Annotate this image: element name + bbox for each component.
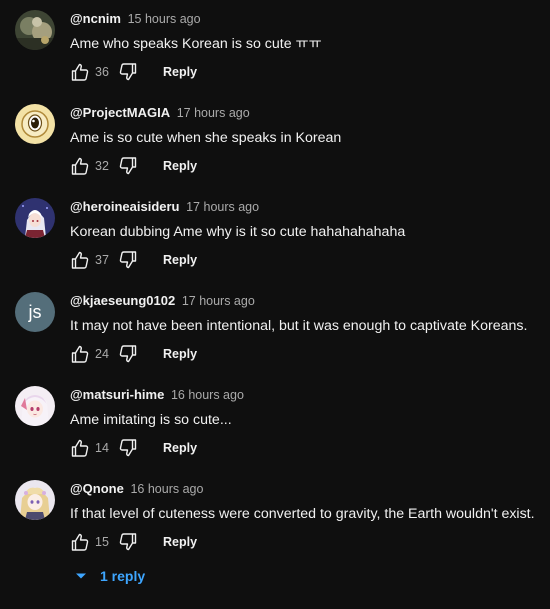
- reply-button[interactable]: Reply: [163, 159, 197, 173]
- comment-thread: @ncnim 15 hours ago Ame who speaks Korea…: [0, 0, 550, 94]
- comment-actions: 14 Reply: [70, 438, 197, 458]
- author-name[interactable]: @heroineaisideru: [70, 199, 179, 214]
- thumbs-down-icon[interactable]: [118, 156, 138, 176]
- reply-button[interactable]: Reply: [163, 535, 197, 549]
- timestamp[interactable]: 17 hours ago: [182, 294, 255, 308]
- comment-text: It may not have been intentional, but it…: [70, 318, 528, 334]
- comment-header: @ProjectMAGIA 17 hours ago: [70, 105, 250, 121]
- comment-thread: @ProjectMAGIA 17 hours ago Ame is so cut…: [0, 94, 550, 188]
- comment-actions: 15 Reply: [70, 532, 197, 552]
- view-replies-button[interactable]: 1 reply: [72, 564, 145, 588]
- avatar[interactable]: [15, 10, 55, 50]
- reply-button[interactable]: Reply: [163, 65, 197, 79]
- timestamp[interactable]: 15 hours ago: [128, 12, 201, 26]
- author-name[interactable]: @ProjectMAGIA: [70, 105, 170, 120]
- thumbs-up-icon[interactable]: [70, 250, 90, 270]
- comment-header: @heroineaisideru 17 hours ago: [70, 199, 259, 215]
- comment-text: Ame imitating is so cute...: [70, 412, 232, 428]
- comment-thread: js @kjaeseung0102 17 hours ago It may no…: [0, 282, 550, 376]
- thumbs-down-icon[interactable]: [118, 344, 138, 364]
- thumbs-down-icon[interactable]: [118, 250, 138, 270]
- like-count: 36: [95, 65, 109, 79]
- thumbs-up-icon[interactable]: [70, 344, 90, 364]
- timestamp[interactable]: 17 hours ago: [186, 200, 259, 214]
- thumbs-down-icon[interactable]: [118, 62, 138, 82]
- author-name[interactable]: @ncnim: [70, 11, 121, 26]
- author-name[interactable]: @Qnone: [70, 481, 124, 496]
- comment-text: Ame is so cute when she speaks in Korean: [70, 130, 342, 146]
- avatar-letters: js: [28, 302, 42, 322]
- comment-actions: 37 Reply: [70, 250, 197, 270]
- comment-thread: @Qnone 16 hours ago If that level of cut…: [0, 470, 550, 564]
- comment-header: @ncnim 15 hours ago: [70, 11, 201, 27]
- comment-text: Korean dubbing Ame why is it so cute hah…: [70, 224, 406, 240]
- avatar[interactable]: [15, 198, 55, 238]
- avatar[interactable]: [15, 386, 55, 426]
- comment-header: @Qnone 16 hours ago: [70, 481, 203, 497]
- timestamp[interactable]: 16 hours ago: [171, 388, 244, 402]
- comment-text: If that level of cuteness were converted…: [70, 506, 535, 522]
- reply-button[interactable]: Reply: [163, 441, 197, 455]
- comment-text: Ame who speaks Korean is so cute ㅠㅠ: [70, 36, 322, 52]
- comment-actions: 24 Reply: [70, 344, 197, 364]
- thumbs-up-icon[interactable]: [70, 156, 90, 176]
- comment-header: @kjaeseung0102 17 hours ago: [70, 293, 255, 309]
- comment-actions: 36 Reply: [70, 62, 197, 82]
- like-count: 24: [95, 347, 109, 361]
- reply-button[interactable]: Reply: [163, 253, 197, 267]
- comment-thread: @matsuri-hime 16 hours ago Ame imitating…: [0, 376, 550, 470]
- timestamp[interactable]: 16 hours ago: [130, 482, 203, 496]
- reply-button[interactable]: Reply: [163, 347, 197, 361]
- thumbs-down-icon[interactable]: [118, 532, 138, 552]
- author-name[interactable]: @kjaeseung0102: [70, 293, 175, 308]
- comments-section: @ncnim 15 hours ago Ame who speaks Korea…: [0, 0, 550, 609]
- chevron-down-icon: [72, 567, 90, 585]
- comment-thread: @heroineaisideru 17 hours ago Korean dub…: [0, 188, 550, 282]
- avatar[interactable]: js: [15, 292, 55, 332]
- avatar[interactable]: [15, 480, 55, 520]
- thumbs-up-icon[interactable]: [70, 62, 90, 82]
- like-count: 32: [95, 159, 109, 173]
- avatar[interactable]: [15, 104, 55, 144]
- like-count: 14: [95, 441, 109, 455]
- like-count: 37: [95, 253, 109, 267]
- thumbs-down-icon[interactable]: [118, 438, 138, 458]
- comment-header: @matsuri-hime 16 hours ago: [70, 387, 244, 403]
- thumbs-up-icon[interactable]: [70, 438, 90, 458]
- like-count: 15: [95, 535, 109, 549]
- author-name[interactable]: @matsuri-hime: [70, 387, 164, 402]
- comment-actions: 32 Reply: [70, 156, 197, 176]
- thumbs-up-icon[interactable]: [70, 532, 90, 552]
- replies-count-label: 1 reply: [100, 568, 146, 584]
- timestamp[interactable]: 17 hours ago: [177, 106, 250, 120]
